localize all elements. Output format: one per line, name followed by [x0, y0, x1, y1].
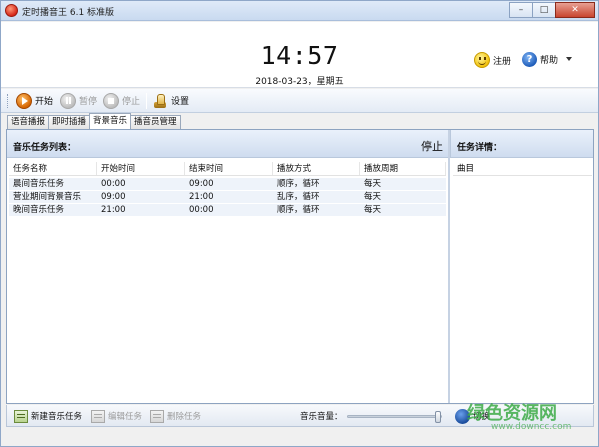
music-task-list-title: 音乐任务列表： — [13, 143, 77, 153]
table-row[interactable]: 晨间音乐任务 00:00 09:00 顺序，循环 每天 — [9, 178, 446, 190]
cell-play-cycle: 每天 — [364, 179, 382, 189]
delete-task-label: 删除任务 — [167, 412, 202, 422]
cell-play-mode: 乱序，循环 — [277, 192, 320, 202]
edit-task-label: 编辑任务 — [108, 412, 143, 422]
cell-play-mode: 顺序，循环 — [277, 205, 320, 215]
cell-task-name: 晚间音乐任务 — [13, 205, 65, 215]
cell-end-time: 00:00 — [189, 205, 214, 215]
register-label: 注册 — [493, 56, 512, 67]
main-panel: 音乐任务列表： 停止 任务详情： 任务名称 开始时间 结束时间 播放方式 播放周… — [6, 129, 594, 404]
toolbar-separator — [146, 93, 147, 109]
window-title: 定时播音王 6.1 标准版 — [22, 8, 115, 18]
new-task-label: 新建音乐任务 — [31, 412, 83, 422]
pause-label: 暂停 — [79, 97, 98, 107]
column-header-task-name[interactable]: 任务名称 — [9, 162, 97, 175]
cell-play-mode: 顺序，循环 — [277, 179, 320, 189]
clock-date: 2018-03-23，星期五 — [255, 77, 344, 87]
help-icon: ? — [522, 52, 537, 67]
new-music-task-button[interactable]: 新建音乐任务 — [14, 409, 82, 423]
clock-header: 14:57 2018-03-23，星期五 注册 ? 帮助 — [1, 22, 598, 88]
cell-end-time: 21:00 — [189, 192, 214, 202]
playback-status: 停止 — [421, 140, 443, 153]
pause-icon — [60, 92, 76, 109]
toolbar: 开始 暂停 停止 设置 — [1, 89, 598, 113]
edit-task-button[interactable]: 编辑任务 — [91, 409, 142, 423]
maximize-button[interactable]: □ — [532, 2, 556, 18]
app-logo-icon — [5, 4, 18, 17]
pause-button[interactable]: 暂停 — [60, 91, 97, 110]
cell-play-cycle: 每天 — [364, 205, 382, 215]
minimize-button[interactable]: – — [509, 2, 533, 18]
table-row[interactable]: 晚间音乐任务 21:00 00:00 顺序，循环 每天 — [9, 204, 446, 216]
column-header-play-cycle[interactable]: 播放周期 — [360, 162, 446, 175]
track-column-header[interactable]: 曲目 — [453, 162, 592, 176]
cell-play-cycle: 每天 — [364, 192, 382, 202]
task-detail-title: 任务详情： — [457, 143, 503, 153]
cell-task-name: 晨间音乐任务 — [13, 179, 65, 189]
stop-label: 停止 — [122, 97, 141, 107]
delete-task-icon — [150, 409, 164, 423]
register-link[interactable]: 注册 — [474, 52, 511, 68]
watermark-url: www.downcc.com — [491, 422, 572, 432]
settings-icon — [152, 93, 168, 109]
panel-splitter[interactable] — [448, 130, 450, 403]
table-row[interactable]: 营业期间背景音乐 09:00 21:00 乱序，循环 每天 — [9, 191, 446, 203]
smiley-icon — [474, 52, 490, 68]
cell-start-time: 09:00 — [101, 192, 126, 202]
toolbar-grip[interactable] — [7, 94, 10, 108]
column-header-end-time[interactable]: 结束时间 — [185, 162, 273, 175]
start-button[interactable]: 开始 — [16, 91, 53, 110]
tab-instant-insert[interactable]: 即时插播 — [48, 115, 91, 129]
cell-start-time: 00:00 — [101, 179, 126, 189]
volume-slider[interactable] — [347, 411, 442, 423]
help-link[interactable]: ? 帮助 — [522, 52, 558, 67]
settings-button[interactable]: 设置 — [152, 91, 189, 110]
cell-task-name: 营业期间背景音乐 — [13, 192, 82, 202]
column-header-play-mode[interactable]: 播放方式 — [273, 162, 360, 175]
new-task-icon — [14, 409, 28, 423]
chevron-down-icon[interactable] — [566, 57, 572, 61]
cell-start-time: 21:00 — [101, 205, 126, 215]
delete-task-button[interactable]: 删除任务 — [150, 409, 201, 423]
tab-voice-broadcast[interactable]: 语音播报 — [7, 115, 50, 129]
close-button[interactable]: ✕ — [555, 2, 595, 18]
play-icon — [16, 92, 32, 109]
task-detail-header: 任务详情： — [450, 130, 593, 158]
window-controls: – □ ✕ — [509, 2, 595, 19]
task-table-header: 任务名称 开始时间 结束时间 播放方式 播放周期 — [9, 162, 446, 176]
volume-slider-thumb[interactable] — [435, 411, 441, 423]
tab-announcer-management[interactable]: 播音员管理 — [130, 115, 181, 129]
start-label: 开始 — [35, 97, 54, 107]
music-task-list-header: 音乐任务列表： 停止 — [7, 130, 448, 158]
tab-background-music[interactable]: 背景音乐 — [89, 113, 132, 129]
tab-strip: 语音播报 即时插播 背景音乐 播音员管理 — [7, 113, 181, 129]
app-window: 定时播音王 6.1 标准版 – □ ✕ 14:57 2018-03-23，星期五… — [0, 0, 599, 447]
stop-button[interactable]: 停止 — [103, 91, 140, 110]
title-bar[interactable]: 定时播音王 6.1 标准版 – □ ✕ — [1, 1, 598, 21]
settings-label: 设置 — [171, 97, 190, 107]
cell-end-time: 09:00 — [189, 179, 214, 189]
edit-task-icon — [91, 409, 105, 423]
help-label: 帮助 — [540, 56, 559, 66]
column-header-start-time[interactable]: 开始时间 — [97, 162, 185, 175]
stop-icon — [103, 92, 119, 109]
volume-label: 音乐音量： — [300, 412, 343, 422]
